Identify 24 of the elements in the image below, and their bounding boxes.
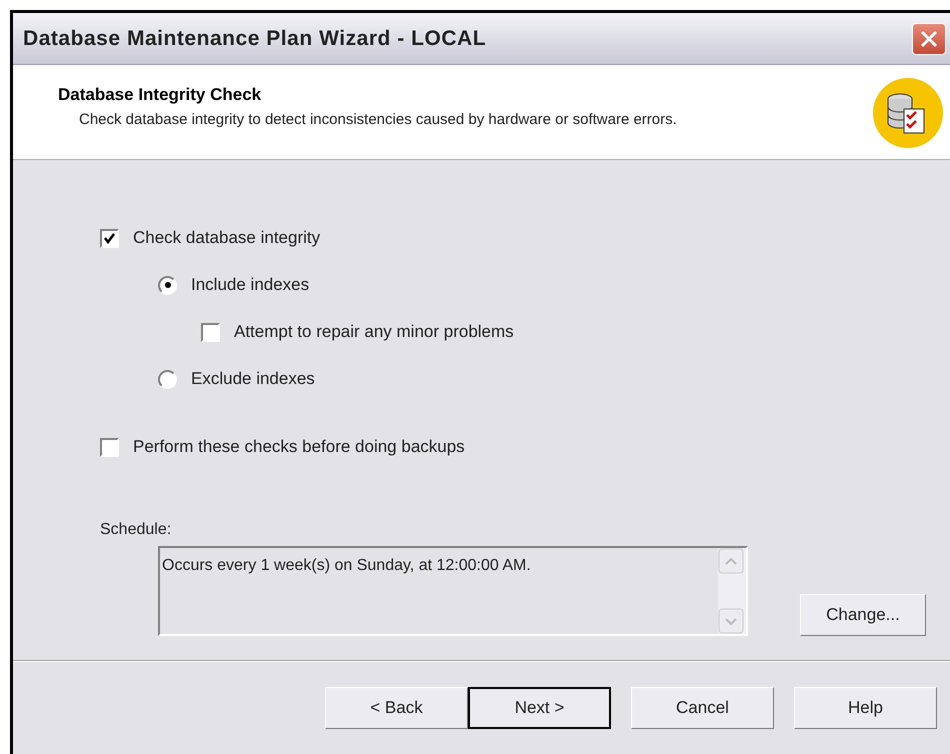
option-label[interactable]: Perform these checks before doing backups [133,434,465,460]
close-button[interactable] [912,22,946,54]
wizard-button[interactable]: < Back [325,687,468,729]
window-title: Database Maintenance Plan Wizard - LOCAL [23,26,486,52]
schedule-label: Schedule: [100,520,172,540]
close-icon [920,30,938,48]
option-label[interactable]: Include indexes [191,272,310,298]
page-title: Database Integrity Check [58,84,262,106]
wizard-button[interactable]: Next > [468,687,611,729]
change-button[interactable]: Change... [800,594,926,636]
checkbox[interactable] [100,228,119,248]
database-check-icon [872,77,944,149]
checkbox[interactable] [100,438,119,456]
option-label[interactable]: Exclude indexes [191,366,315,392]
check-icon [103,232,116,244]
option-label[interactable]: Attempt to repair any minor problems [234,319,514,345]
wizard-button[interactable]: Cancel [631,687,774,729]
page-description: Check database integrity to detect inconsistencies caused by hardware or software errors. [79,110,678,130]
wizard-button[interactable]: Help [794,687,937,729]
radio-button[interactable] [158,370,177,388]
checkbox[interactable] [201,322,220,342]
radio-button[interactable] [158,276,177,294]
schedule-text: Occurs every 1 week(s) on Sunday, at 12:00:00 AM. [161,556,531,576]
option-label[interactable]: Check database integrity [133,225,320,251]
